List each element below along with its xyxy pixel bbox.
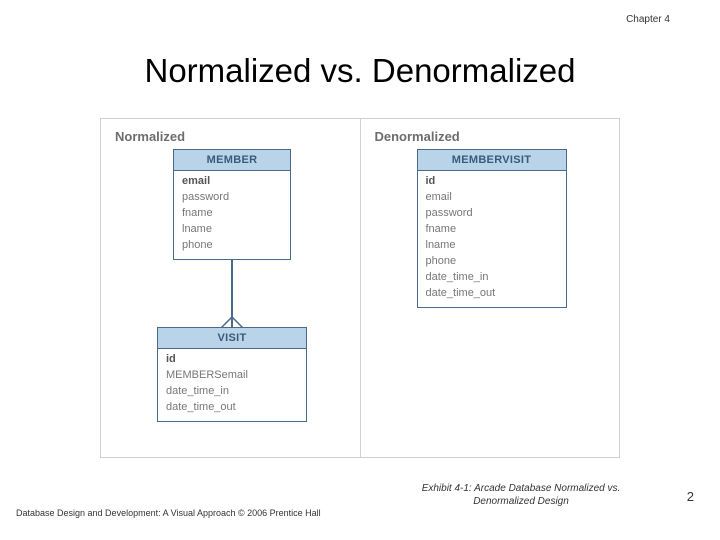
field-member-lname: lname: [182, 222, 282, 238]
table-membervisit-body: id email password fname lname phone date…: [418, 171, 566, 307]
field-visit-membersemail: MEMBERSemail: [166, 368, 298, 384]
field-mv-lname: lname: [426, 238, 558, 254]
field-mv-dateout: date_time_out: [426, 286, 558, 302]
field-member-phone: phone: [182, 238, 282, 254]
field-mv-datein: date_time_in: [426, 270, 558, 286]
table-member-body: email password fname lname phone: [174, 171, 290, 259]
field-member-password: password: [182, 190, 282, 206]
field-mv-id: id: [426, 174, 558, 190]
field-mv-fname: fname: [426, 222, 558, 238]
field-visit-dateout: date_time_out: [166, 400, 298, 416]
table-member: MEMBER email password fname lname phone: [173, 149, 291, 260]
field-mv-password: password: [426, 206, 558, 222]
diagram-container: Normalized MEMBER email password fname l…: [100, 118, 620, 458]
exhibit-caption: Exhibit 4-1: Arcade Database Normalized …: [396, 482, 646, 508]
panel-normalized: Normalized MEMBER email password fname l…: [101, 119, 361, 457]
panel-denormalized: Denormalized MEMBERVISIT id email passwo…: [361, 119, 620, 457]
table-member-header: MEMBER: [174, 150, 290, 171]
footer-credit: Database Design and Development: A Visua…: [16, 508, 321, 518]
relation-line: [231, 260, 233, 327]
table-membervisit-header: MEMBERVISIT: [418, 150, 566, 171]
panel-normalized-label: Normalized: [101, 129, 360, 150]
field-mv-email: email: [426, 190, 558, 206]
panel-denormalized-label: Denormalized: [361, 129, 620, 150]
field-member-email: email: [182, 174, 282, 190]
field-mv-phone: phone: [426, 254, 558, 270]
table-membervisit: MEMBERVISIT id email password fname lnam…: [417, 149, 567, 308]
page-title: Normalized vs. Denormalized: [0, 52, 720, 90]
field-member-fname: fname: [182, 206, 282, 222]
chapter-label: Chapter 4: [626, 14, 670, 25]
page-number: 2: [687, 489, 694, 504]
table-visit-header: VISIT: [158, 328, 306, 349]
field-visit-id: id: [166, 352, 298, 368]
table-visit-body: id MEMBERSemail date_time_in date_time_o…: [158, 349, 306, 421]
table-visit: VISIT id MEMBERSemail date_time_in date_…: [157, 327, 307, 422]
field-visit-datein: date_time_in: [166, 384, 298, 400]
